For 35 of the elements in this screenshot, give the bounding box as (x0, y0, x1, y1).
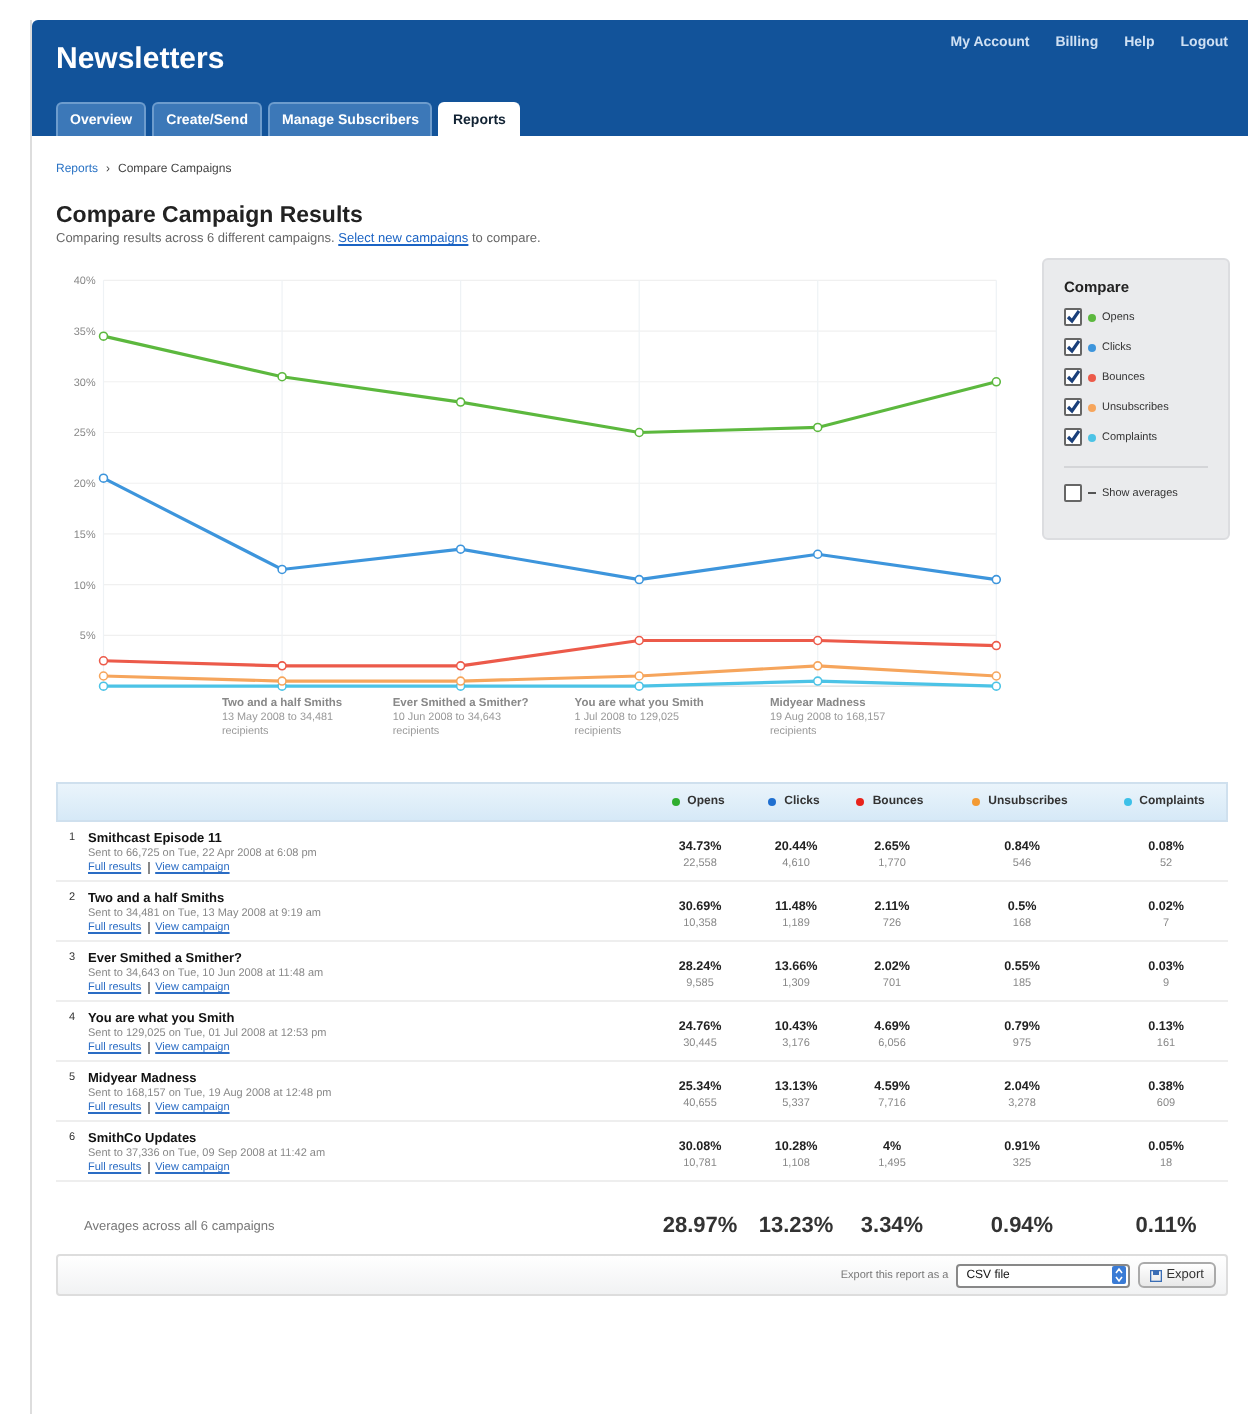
data-point (455, 544, 466, 554)
data-point (813, 635, 823, 646)
data-point (98, 656, 109, 666)
checkbox[interactable] (1064, 484, 1082, 502)
average-value: 3.34% (858, 1214, 926, 1238)
data-point (277, 661, 287, 671)
page-title: Compare Campaign Results (56, 204, 365, 228)
data-point (991, 574, 1002, 585)
data-point (634, 574, 644, 585)
data-point (455, 661, 466, 671)
data-point (277, 564, 287, 575)
data-point (813, 661, 823, 671)
data-point (813, 422, 823, 433)
data-point (991, 640, 1002, 651)
average-value: 28.97% (660, 1214, 740, 1238)
data-point (98, 473, 109, 483)
data-point (634, 427, 644, 438)
stepper-icon (1112, 1266, 1127, 1284)
data-point (455, 397, 466, 407)
checkbox[interactable] (1064, 428, 1082, 446)
dash-icon (1088, 492, 1096, 494)
app-title: Newsletters (56, 42, 225, 76)
checkbox[interactable] (1064, 308, 1082, 326)
checkbox[interactable] (1064, 368, 1082, 386)
average-value: 0.11% (1133, 1214, 1199, 1238)
data-point (813, 676, 823, 686)
average-value: 0.94% (988, 1214, 1056, 1238)
data-point (813, 549, 823, 559)
average-value: 13.23% (756, 1214, 836, 1238)
data-point (991, 377, 1002, 387)
data-point (277, 371, 287, 382)
data-point (634, 635, 644, 646)
checkbox[interactable] (1064, 398, 1082, 416)
checkbox[interactable] (1064, 338, 1082, 356)
data-point (98, 331, 109, 341)
